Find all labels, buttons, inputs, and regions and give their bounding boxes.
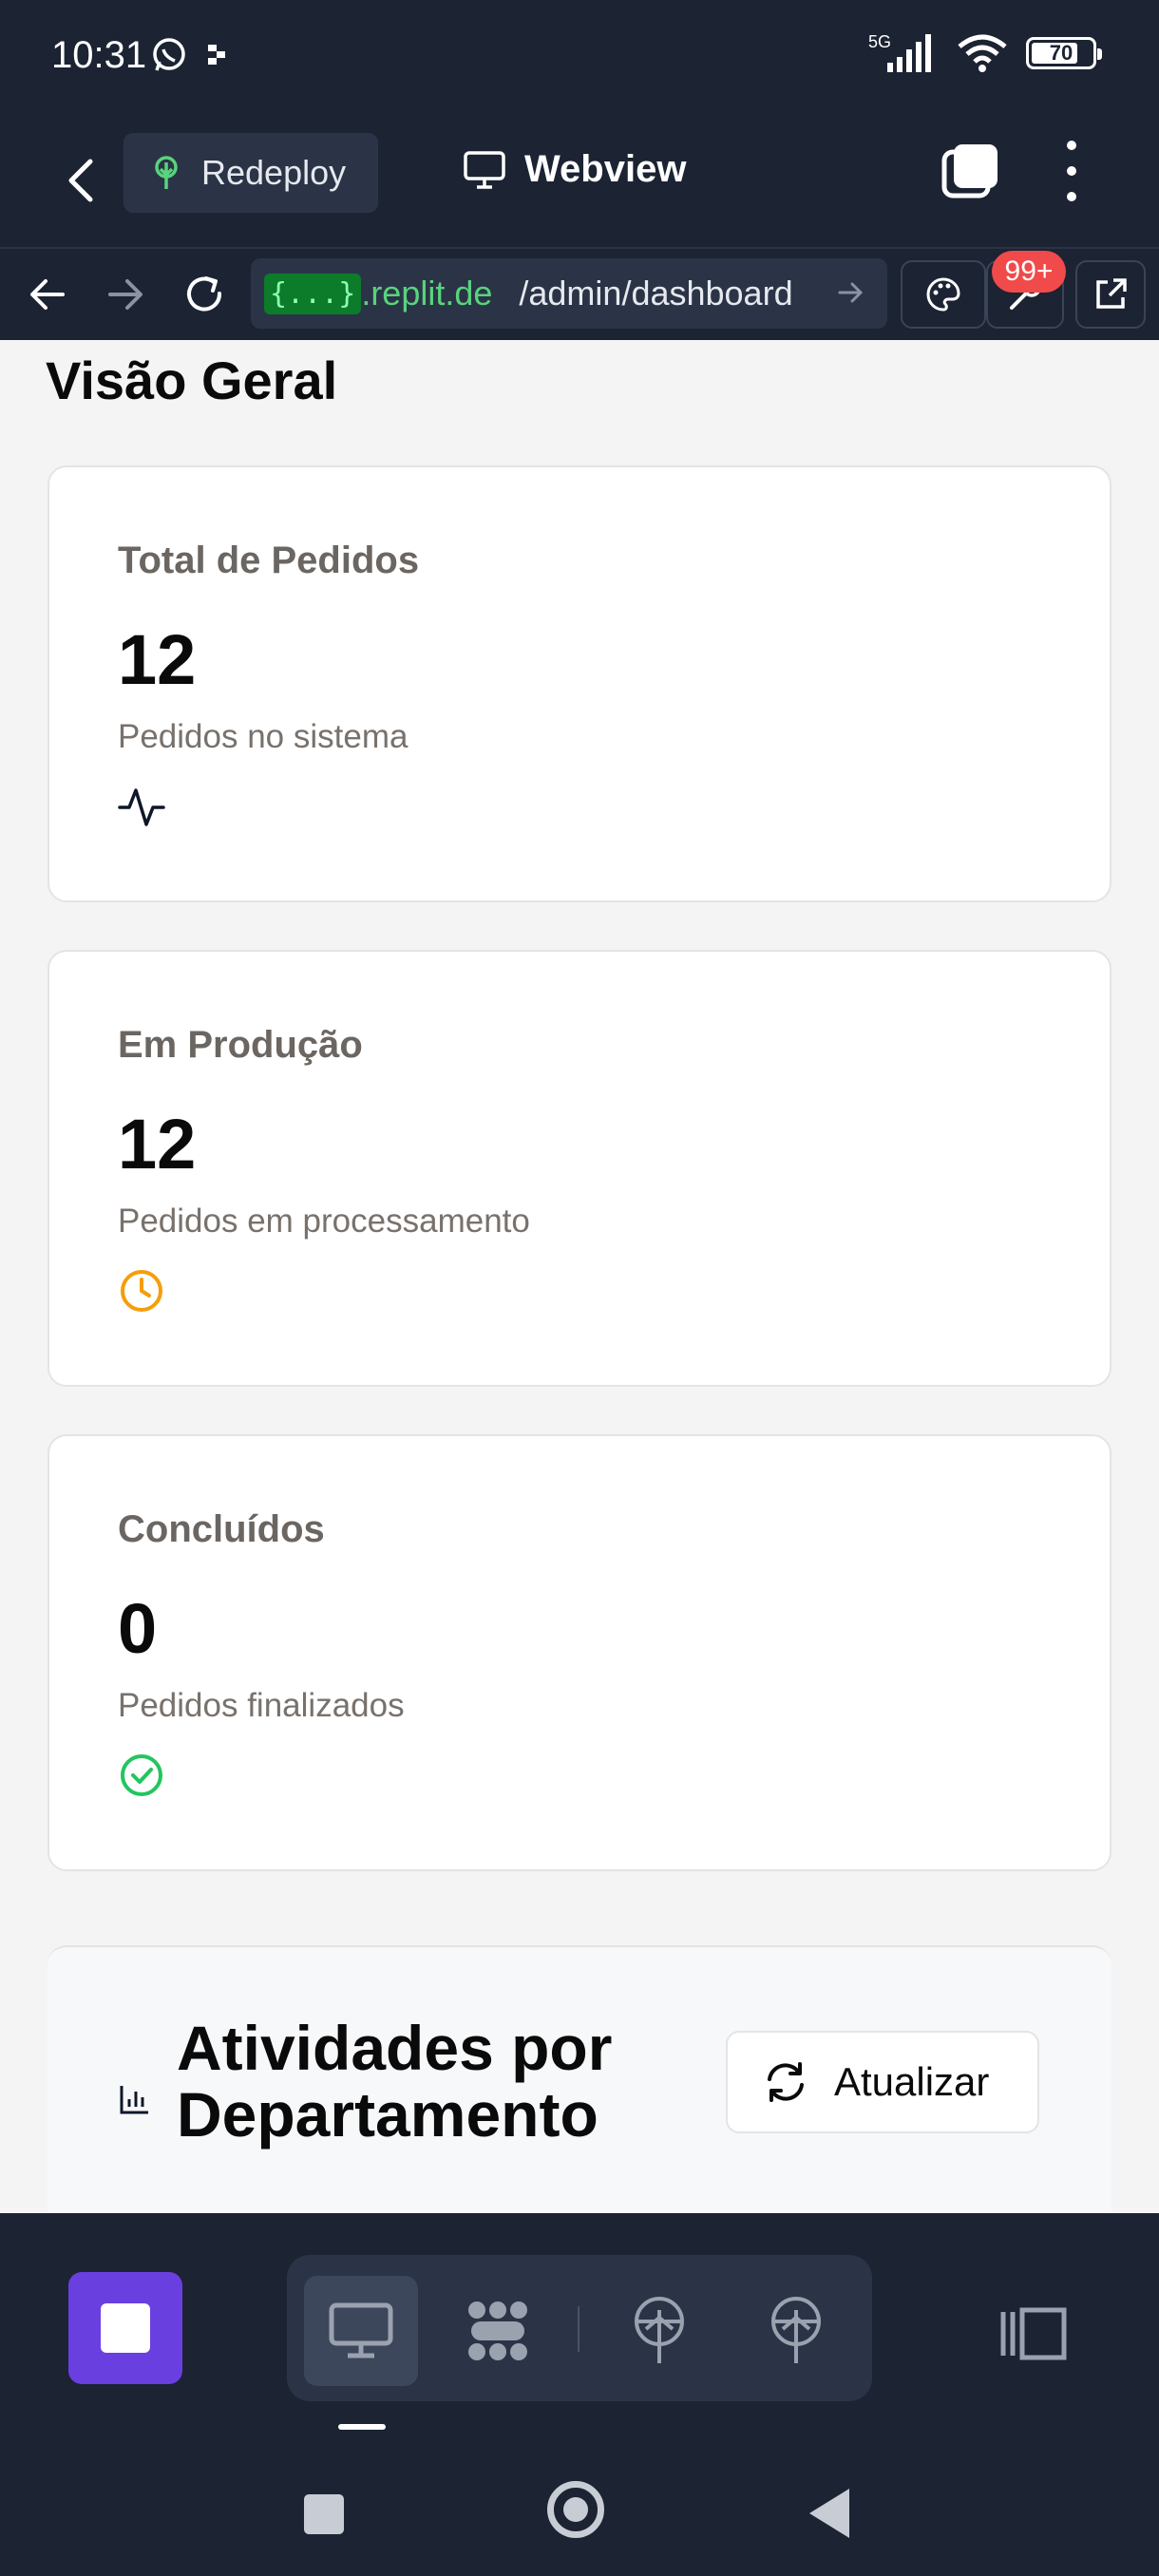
deploy-tool-button[interactable] bbox=[602, 2276, 716, 2386]
toolbar-divider bbox=[578, 2306, 580, 2352]
theme-palette-button[interactable] bbox=[901, 260, 986, 329]
app-header: Redeploy Webview bbox=[0, 114, 1159, 247]
status-time: 10:31 bbox=[51, 34, 147, 76]
open-external-button[interactable] bbox=[1075, 260, 1146, 329]
recents-button[interactable] bbox=[304, 2494, 344, 2534]
signal-icon: 5G bbox=[868, 32, 931, 72]
tabs-icon[interactable] bbox=[940, 141, 1001, 201]
stat-card-completed: Concluídos 0 Pedidos finalizados bbox=[48, 1434, 1112, 1871]
system-back-button[interactable] bbox=[809, 2489, 849, 2538]
refresh-button[interactable]: Atualizar bbox=[726, 2031, 1039, 2133]
whatsapp-icon bbox=[153, 38, 185, 71]
check-circle-icon bbox=[121, 1754, 162, 1796]
clock-icon bbox=[121, 1270, 162, 1312]
reload-icon[interactable] bbox=[175, 264, 236, 325]
stop-button[interactable] bbox=[68, 2272, 182, 2384]
redeploy-label: Redeploy bbox=[201, 153, 347, 192]
webview-tool-button[interactable] bbox=[304, 2276, 418, 2386]
redeploy-button[interactable]: Redeploy bbox=[124, 133, 378, 213]
card-value: 0 bbox=[118, 1589, 158, 1668]
card-subtitle: Pedidos finalizados bbox=[118, 1687, 405, 1724]
deploy-tree-icon bbox=[155, 156, 178, 189]
deploy-tool-button-2[interactable] bbox=[739, 2276, 853, 2386]
more-options-icon[interactable] bbox=[1054, 141, 1089, 201]
tool-switcher bbox=[287, 2255, 872, 2401]
browser-toolbar: {...} .replit.de /admin/dashboard bbox=[0, 247, 1159, 338]
card-value: 12 bbox=[118, 1105, 197, 1184]
wifi-icon bbox=[958, 34, 1007, 72]
home-button[interactable] bbox=[547, 2481, 604, 2538]
monitor-icon bbox=[464, 150, 505, 189]
stop-icon bbox=[101, 2303, 150, 2353]
url-braces: {...} bbox=[264, 273, 362, 314]
status-bar: 10:31 5G 70 bbox=[0, 0, 1159, 114]
refresh-icon bbox=[768, 2062, 804, 2102]
notification-badge: 99+ bbox=[992, 251, 1066, 293]
deploy-icon bbox=[771, 2297, 821, 2363]
activity-title: Atividades por Departamento bbox=[177, 2013, 613, 2150]
android-navigation-bar bbox=[0, 2432, 1159, 2576]
network-type: 5G bbox=[868, 32, 891, 51]
url-domain: .replit.de bbox=[361, 274, 493, 313]
replit-icon bbox=[208, 45, 225, 65]
bar-chart-icon bbox=[120, 2086, 148, 2114]
browser-back-icon[interactable] bbox=[17, 264, 78, 325]
workspace-bottom-bar bbox=[0, 2213, 1159, 2430]
webview-content: Visão Geral Total de Pedidos 12 Pedidos … bbox=[0, 340, 1159, 2213]
url-input[interactable]: {...} .replit.de /admin/dashboard bbox=[251, 258, 887, 329]
stat-card-production: Em Produção 12 Pedidos em processamento bbox=[48, 950, 1112, 1387]
palette-icon bbox=[926, 277, 960, 312]
back-button[interactable] bbox=[59, 150, 101, 211]
go-arrow-icon[interactable] bbox=[836, 277, 866, 308]
browser-forward-icon[interactable] bbox=[95, 264, 156, 325]
card-title: Em Produção bbox=[118, 1024, 363, 1066]
webview-title[interactable]: Webview bbox=[464, 148, 686, 191]
chevron-left-icon bbox=[68, 159, 93, 202]
card-title: Total de Pedidos bbox=[118, 540, 420, 581]
external-link-icon bbox=[1096, 278, 1127, 309]
webview-label: Webview bbox=[524, 148, 687, 190]
card-subtitle: Pedidos no sistema bbox=[118, 718, 408, 755]
notification-icons bbox=[150, 36, 230, 74]
agent-tool-button[interactable] bbox=[441, 2276, 555, 2386]
agent-icon bbox=[468, 2301, 527, 2360]
card-subtitle: Pedidos em processamento bbox=[118, 1203, 530, 1240]
page-title: Visão Geral bbox=[46, 350, 338, 410]
department-activity-panel: Atividades por Departamento Atualizar bbox=[48, 1945, 1112, 2213]
activity-icon bbox=[118, 788, 165, 826]
refresh-label: Atualizar bbox=[834, 2059, 990, 2104]
panel-toggle-icon[interactable] bbox=[999, 2306, 1068, 2361]
system-icons: 5G 70 bbox=[868, 32, 1102, 74]
card-title: Concluídos bbox=[118, 1508, 325, 1550]
active-tool-indicator bbox=[338, 2424, 386, 2430]
monitor-icon bbox=[329, 2302, 393, 2358]
url-path: /admin/dashboard bbox=[519, 274, 793, 313]
battery-icon: 70 bbox=[1026, 37, 1102, 69]
deploy-icon bbox=[635, 2297, 684, 2363]
card-value: 12 bbox=[118, 620, 197, 699]
stat-card-total: Total de Pedidos 12 Pedidos no sistema bbox=[48, 465, 1112, 902]
battery-level: 70 bbox=[1049, 41, 1074, 65]
